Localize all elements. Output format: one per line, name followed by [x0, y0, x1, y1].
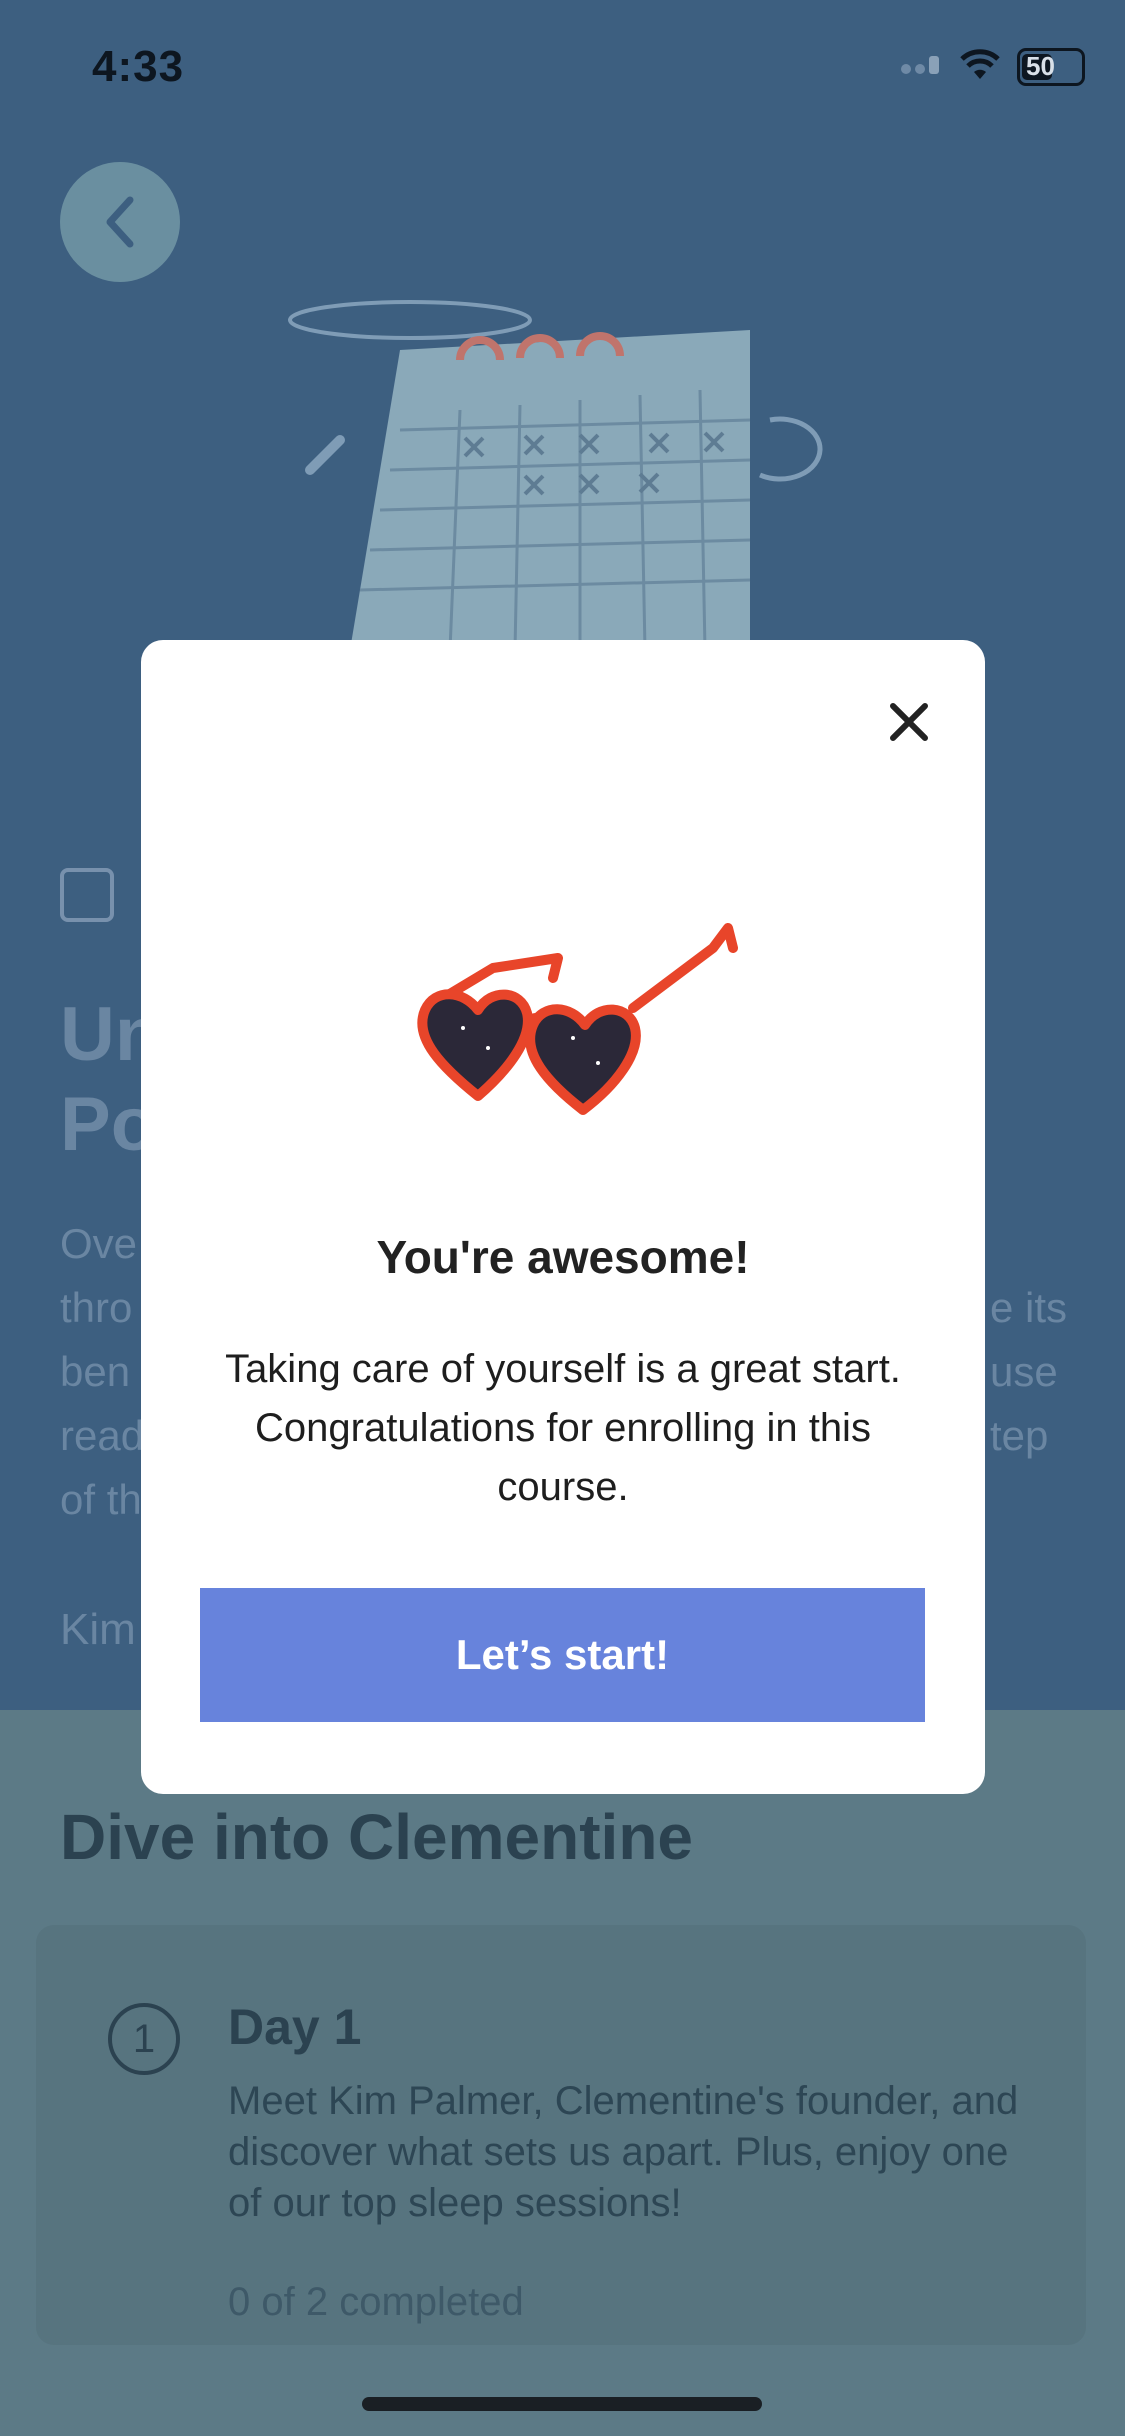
checklist-icon	[60, 868, 114, 922]
course-description-fragment: Ove thro ben read of th	[60, 1220, 145, 1523]
signal-icon	[901, 55, 943, 79]
close-icon	[890, 703, 928, 741]
author-fragment: Kim	[60, 1605, 136, 1654]
status-time: 4:33	[92, 42, 185, 91]
status-icons: 50	[901, 48, 1085, 86]
day-description: Meet Kim Palmer, Clementine's founder, a…	[228, 2079, 1019, 2225]
day-number-badge: 1	[108, 2003, 180, 2075]
battery-icon: 50	[1017, 48, 1085, 86]
day-title: Day 1	[228, 1999, 362, 2055]
modal-body: Taking care of yourself is a great start…	[225, 1347, 901, 1509]
lets-start-button[interactable]: Let’s start!	[200, 1588, 925, 1722]
back-button[interactable]	[60, 162, 180, 282]
home-indicator[interactable]	[362, 2397, 762, 2411]
chevron-left-icon	[106, 196, 134, 248]
close-button[interactable]	[887, 700, 931, 744]
modal-title: You're awesome!	[376, 1231, 750, 1283]
course-description-fragment-right: e its use tep	[990, 1284, 1068, 1459]
section-title: Dive into Clementine	[60, 1801, 693, 1873]
day-progress: 0 of 2 completed	[228, 2280, 524, 2324]
calendar-illustration	[288, 300, 823, 650]
heart-sunglasses-icon	[417, 923, 738, 1115]
wifi-icon	[959, 48, 1001, 86]
congratulations-modal: You're awesome! Taking care of yourself …	[141, 640, 985, 1794]
battery-level: 50	[1026, 51, 1055, 81]
